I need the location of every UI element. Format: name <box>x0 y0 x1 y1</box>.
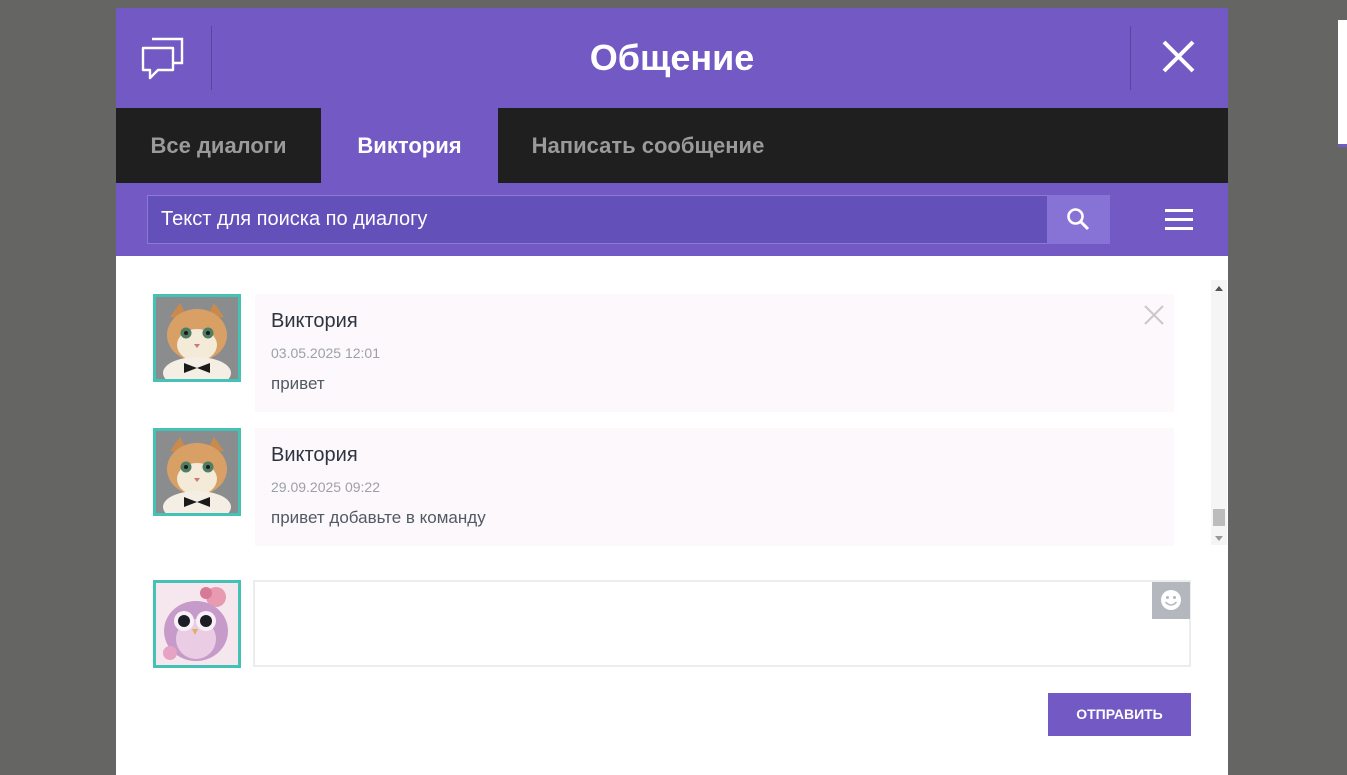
chat-modal: Общение Все диалоги Виктория Написать со… <box>116 8 1228 775</box>
tab-viktoriya[interactable]: Виктория <box>321 108 498 183</box>
tab-write-message[interactable]: Написать сообщение <box>498 108 798 183</box>
scroll-down-arrow-icon[interactable] <box>1215 536 1223 541</box>
hamburger-menu-icon[interactable] <box>1162 208 1196 232</box>
cat-avatar <box>156 297 238 379</box>
message-date: 29.09.2025 09:22 <box>271 479 380 495</box>
message-text: привет добавьте в команду <box>271 508 486 527</box>
message-list: Виктория 03.05.2025 12:01 привет Виктори… <box>116 280 1228 548</box>
modal-title: Общение <box>589 37 755 78</box>
message-bubble: Виктория 29.09.2025 09:22 привет добавьт… <box>255 428 1174 546</box>
message-input[interactable] <box>253 580 1191 667</box>
background-card-edge <box>1338 20 1347 147</box>
scrollbar-thumb[interactable] <box>1213 509 1225 526</box>
avatar[interactable] <box>153 294 241 382</box>
owl-avatar <box>156 583 238 665</box>
message-list-scrollbar[interactable] <box>1211 280 1227 545</box>
message-sender: Виктория <box>271 310 358 332</box>
tab-bar: Все диалоги Виктория Написать сообщение <box>116 108 1228 183</box>
close-icon[interactable] <box>1143 304 1165 326</box>
send-button[interactable]: ОТПРАВИТЬ <box>1048 693 1191 736</box>
avatar[interactable] <box>153 428 241 516</box>
search-bar <box>116 183 1228 256</box>
message-date: 03.05.2025 12:01 <box>271 345 380 361</box>
message-sender: Виктория <box>271 444 358 466</box>
my-avatar <box>153 580 241 668</box>
scroll-up-arrow-icon[interactable] <box>1215 286 1223 291</box>
tab-all-dialogs[interactable]: Все диалоги <box>116 108 321 183</box>
modal-header: Общение <box>116 8 1228 108</box>
message-text: привет <box>271 374 325 393</box>
message-bubble: Виктория 03.05.2025 12:01 привет <box>255 294 1174 412</box>
smiley-icon <box>1161 590 1181 610</box>
header-divider-right <box>1130 26 1131 90</box>
emoji-button[interactable] <box>1152 582 1190 619</box>
search-input[interactable] <box>147 195 1047 244</box>
cat-avatar <box>156 431 238 513</box>
close-icon[interactable] <box>1156 36 1200 80</box>
search-icon <box>1067 208 1090 231</box>
search-button[interactable] <box>1047 195 1110 244</box>
